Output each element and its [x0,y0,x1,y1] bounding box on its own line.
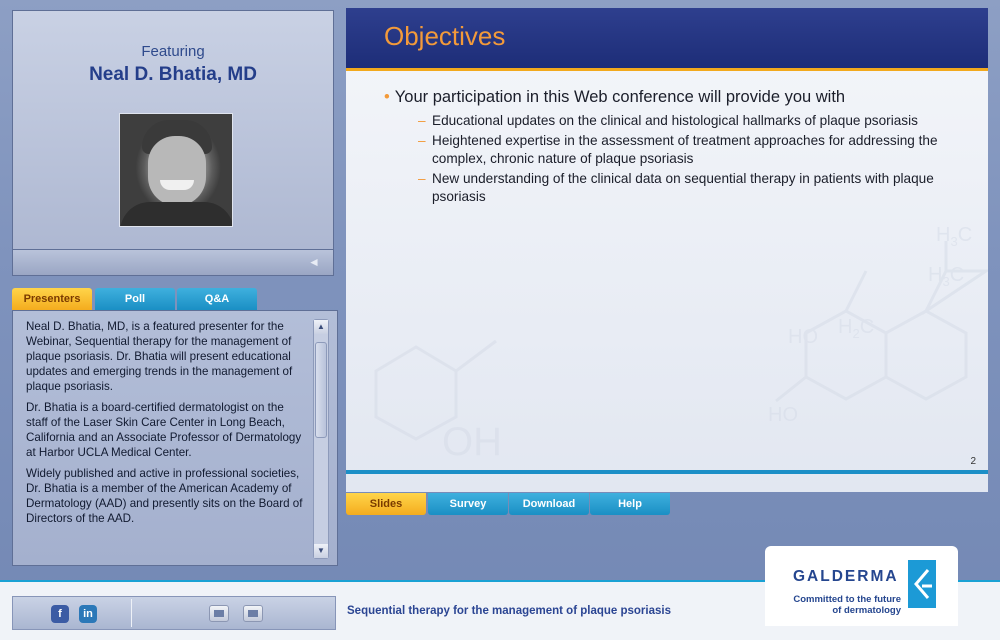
logo-brand: GALDERMA [793,568,899,585]
svg-text:HO: HO [788,326,818,348]
bullet-icon: • [384,88,390,106]
tab-download[interactable]: Download [509,493,589,515]
svg-text:H2C: H2C [838,316,874,341]
linkedin-icon[interactable]: in [79,605,97,623]
galderma-mark-icon [908,560,936,608]
fullscreen-icon[interactable] [209,605,229,622]
tab-qa[interactable]: Q&A [177,288,257,310]
scroll-down-icon[interactable]: ▼ [314,544,328,558]
tab-survey[interactable]: Survey [428,493,508,515]
sub-bullet: – Heightened expertise in the assessment … [418,133,938,166]
svg-text:HO: HO [768,404,798,426]
svg-text:H3C: H3C [936,224,972,249]
bio-scrollbar[interactable]: ▲ ▼ [313,319,329,559]
sub-bullet: – New understanding of the clinical data … [418,171,934,204]
slide: Objectives H3C H3C H2C HO HO OH • Your pa… [346,8,988,492]
audio-control-bar: ◄ [12,250,334,276]
tab-poll[interactable]: Poll [95,288,175,310]
scroll-thumb[interactable] [315,342,327,438]
galderma-logo: GALDERMA Committed to the future of derm… [765,546,958,626]
bio-panel: Neal D. Bhatia, MD, is a featured presen… [12,310,338,566]
bio-paragraph: Neal D. Bhatia, MD, is a featured presen… [26,320,293,393]
facebook-icon[interactable]: f [51,605,69,623]
presenter-name: Neal D. Bhatia, MD [89,64,257,85]
sub-bullet: – Educational updates on the clinical and… [418,113,918,128]
tab-slides[interactable]: Slides [346,493,426,515]
webinar-tagline: Sequential therapy for the management of… [347,605,671,617]
main-bullet: • Your participation in this Web conferen… [384,88,846,106]
tab-help[interactable]: Help [590,493,670,515]
tab-presenters[interactable]: Presenters [12,288,92,310]
slide-page-number: 2 [970,456,976,467]
sub-bullet-list: – Educational updates on the clinical and… [418,112,958,208]
scroll-up-icon[interactable]: ▲ [314,320,328,334]
share-toolbar: f in [12,596,336,630]
presenter-panel: Featuring Neal D. Bhatia, MD [12,10,334,250]
window-icon[interactable] [243,605,263,622]
bio-paragraph: Widely published and active in professio… [26,467,303,525]
speaker-icon[interactable]: ◄ [307,255,321,269]
svg-text:OH: OH [442,420,502,464]
logo-slogan: Committed to the future of dermatology [793,594,901,616]
featuring-label: Featuring [141,43,205,60]
bio-text: Neal D. Bhatia, MD, is a featured presen… [26,319,304,559]
slide-title: Objectives [384,21,506,51]
presenter-photo [119,113,233,227]
bio-paragraph: Dr. Bhatia is a board-certified dermatol… [26,401,302,459]
